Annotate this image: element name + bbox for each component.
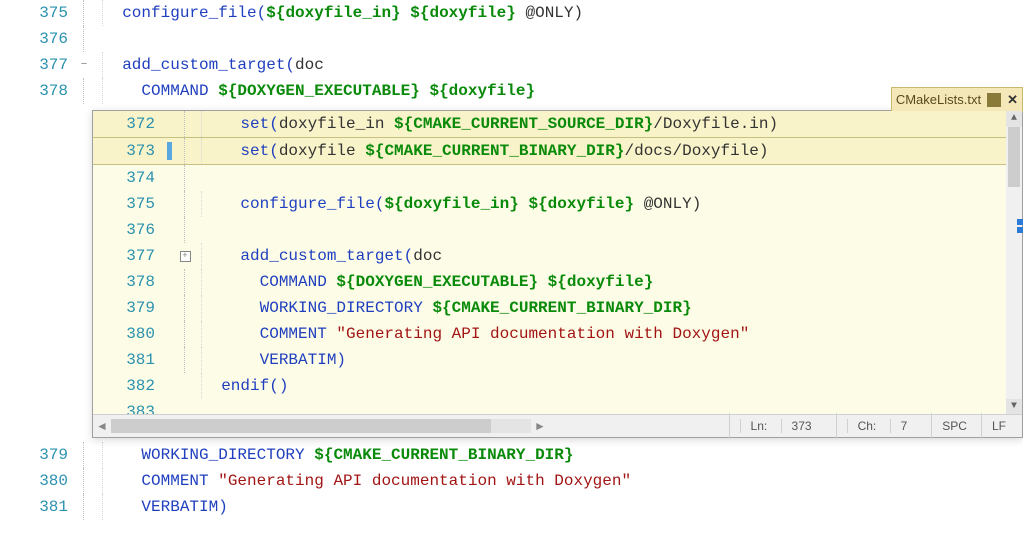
scroll-track[interactable]: [111, 419, 531, 433]
kw: COMMAND: [141, 82, 218, 100]
status-bar: Ln: 373 Ch: 7 SPC LF: [729, 413, 1022, 439]
line-number: 376: [93, 217, 163, 243]
status-eol: LF: [981, 413, 1016, 439]
kw: VERBATIM): [141, 498, 227, 516]
scroll-thumb[interactable]: [1008, 127, 1020, 187]
scroll-thumb[interactable]: [111, 419, 491, 433]
line-number: 380: [0, 468, 76, 494]
pin-icon[interactable]: [987, 93, 1001, 107]
line-number: 381: [93, 347, 163, 373]
line-number: 382: [93, 373, 163, 399]
string: "Generating API documentation with Doxyg…: [218, 472, 631, 490]
change-marker: [163, 111, 177, 137]
kw: WORKING_DIRECTORY: [141, 446, 314, 464]
horizontal-scrollbar[interactable]: ◄ ► Ln: 373 Ch: 7 SPC LF: [93, 414, 1022, 437]
fold-toggle[interactable]: −: [76, 52, 92, 78]
status-line: Ln: 373: [729, 413, 832, 439]
line-number: 377: [93, 243, 163, 269]
var: ${doxyfile}: [410, 4, 516, 22]
overview-marker: [1017, 219, 1023, 225]
line-number: 376: [0, 26, 76, 52]
change-marker: [163, 138, 177, 164]
var: ${doxyfile}: [429, 82, 535, 100]
line-number: 379: [93, 295, 163, 321]
line-number: 381: [0, 494, 76, 520]
embedded-document-window: CMakeLists.txt ✕ 372 set(doxyfile_in ${C…: [92, 110, 1023, 438]
line-number: 372: [93, 111, 163, 137]
document-body[interactable]: 372 set(doxyfile_in ${CMAKE_CURRENT_SOUR…: [93, 111, 1006, 415]
fold-toggle[interactable]: +: [177, 243, 193, 269]
status-indent: SPC: [931, 413, 977, 439]
scroll-up-icon[interactable]: ▲: [1006, 111, 1022, 127]
scroll-right-icon[interactable]: ►: [531, 413, 549, 439]
scroll-left-icon[interactable]: ◄: [93, 413, 111, 439]
document-title: CMakeLists.txt: [896, 87, 981, 113]
close-icon[interactable]: ✕: [1007, 87, 1018, 113]
line-number: 378: [0, 78, 76, 104]
line-number: 374: [93, 165, 163, 191]
var: ${DOXYGEN_EXECUTABLE}: [218, 82, 420, 100]
fn: configure_file(: [122, 4, 266, 22]
line-number: 380: [93, 321, 163, 347]
vertical-scrollbar[interactable]: ▲ ▼: [1006, 111, 1022, 415]
line-number: 375: [93, 191, 163, 217]
line-number: 373: [93, 138, 163, 164]
status-column: Ch: 7: [836, 413, 928, 439]
line-number: 378: [93, 269, 163, 295]
overview-marker: [1017, 227, 1023, 233]
var: ${CMAKE_CURRENT_BINARY_DIR}: [314, 446, 573, 464]
fn: add_custom_target(: [122, 56, 295, 74]
line-number: 375: [0, 0, 76, 26]
var: ${doxyfile_in}: [266, 4, 400, 22]
document-titlebar[interactable]: CMakeLists.txt ✕: [891, 87, 1023, 112]
line-number: 379: [0, 442, 76, 468]
kw: COMMENT: [141, 472, 218, 490]
line-number: 377: [0, 52, 76, 78]
